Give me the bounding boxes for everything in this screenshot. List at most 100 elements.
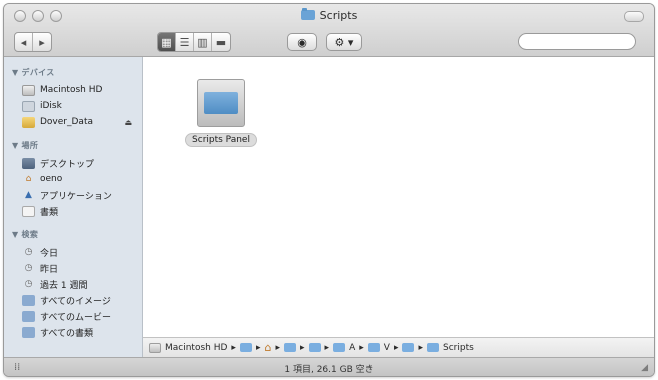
folder-icon — [197, 79, 245, 127]
sidebar-item-all-documents[interactable]: すべての書類 — [4, 324, 142, 340]
path-folder-icon[interactable] — [402, 343, 415, 352]
column-view-icon: ▥ — [197, 35, 208, 49]
path-separator: ▸ — [300, 342, 305, 353]
cover-flow-icon: ▬ — [215, 35, 227, 49]
sidebar-item-label: すべての書類 — [40, 328, 94, 339]
path-separator: ▸ — [418, 342, 423, 353]
list-view-icon: ☰ — [179, 35, 190, 49]
path-folder-icon[interactable] — [427, 343, 439, 352]
sidebar-item-label: アプリケーション — [40, 191, 112, 202]
nav-buttons: ◂ ▸ — [14, 32, 52, 52]
chevron-left-icon: ◂ — [20, 35, 27, 49]
list-view-button[interactable]: ☰ — [176, 33, 194, 51]
hard-disk-icon — [22, 84, 35, 96]
desktop-icon — [22, 157, 35, 169]
sidebar-item-label: 昨日 — [40, 264, 59, 275]
icon-view-button[interactable]: ▦ — [158, 33, 176, 51]
eject-icon[interactable]: ⏏ — [124, 118, 132, 127]
sidebar-item-label: 今日 — [40, 248, 59, 259]
smart-folder-icon — [22, 310, 35, 322]
sidebar-item-label: oeno — [40, 174, 63, 184]
path-separator: ▸ — [275, 342, 280, 353]
folder-item-label: Scripts Panel — [185, 133, 257, 147]
gear-icon: ⚙ ▾ — [334, 35, 354, 49]
forward-button[interactable]: ▸ — [33, 33, 51, 51]
path-segment-a[interactable]: A — [349, 343, 355, 353]
eye-icon: ◉ — [297, 35, 307, 49]
sidebar-item-applications[interactable]: ▲ アプリケーション — [4, 187, 142, 203]
path-folder-icon[interactable] — [333, 343, 346, 352]
path-folder-icon[interactable] — [367, 343, 380, 352]
path-separator: ▸ — [359, 342, 364, 353]
path-separator: ▸ — [324, 342, 330, 353]
hard-disk-icon — [149, 342, 161, 353]
path-folder-icon[interactable] — [284, 343, 296, 352]
sidebar-item-label: すべてのムービー — [40, 312, 112, 323]
quicklook-container: ◉ — [287, 32, 317, 52]
status-bar: ⁞⁞ 1 項目, 26.1 GB 空き ◢ — [4, 357, 654, 376]
sidebar-item-all-images[interactable]: すべてのイメージ — [4, 292, 142, 308]
path-separator: ▸ — [255, 342, 261, 353]
sidebar-item-label: デスクトップ — [40, 159, 95, 170]
smart-folder-icon — [22, 326, 35, 338]
window-toolbar: Scripts ◂ ▸ ▦ ☰ ▥ ▬ ◉ ⚙ ▾ — [4, 4, 654, 57]
sidebar-header-devices: ▼ デバイス — [12, 68, 55, 77]
external-disk-icon — [22, 116, 35, 128]
back-button[interactable]: ◂ — [15, 33, 33, 51]
sidebar-item-label: iDisk — [40, 101, 62, 111]
path-bar: Macintosh HD ▸ ▸ ⌂ ▸ ▸ ▸ A ▸ V ▸ ▸ Scrip… — [143, 337, 654, 357]
finder-window: Scripts ◂ ▸ ▦ ☰ ▥ ▬ ◉ ⚙ ▾ ▼ デバイス Macinto… — [3, 3, 655, 377]
sidebar-item-desktop[interactable]: デスクトップ — [4, 155, 142, 171]
sidebar-header-places: ▼ 場所 — [12, 141, 39, 150]
sidebar-item-label: すべてのイメージ — [40, 296, 111, 307]
smart-folder-icon — [22, 294, 35, 306]
quicklook-button[interactable]: ◉ — [287, 33, 317, 51]
sidebar-item-label: 過去 1 週間 — [40, 280, 88, 291]
path-separator: ▸ — [231, 342, 236, 353]
toolbar-toggle-button[interactable] — [624, 11, 644, 22]
clock-icon: ◷ — [24, 263, 33, 273]
path-segment-macintosh-hd[interactable]: Macintosh HD — [165, 343, 227, 353]
home-icon: ⌂ — [25, 174, 32, 184]
sidebar-item-documents[interactable]: 書類 — [4, 203, 142, 219]
path-folder-icon[interactable] — [239, 343, 252, 352]
sidebar-item-idisk[interactable]: iDisk — [4, 98, 142, 114]
sidebar-item-home[interactable]: ⌂ oeno — [4, 171, 142, 187]
folder-item-scripts-panel[interactable]: Scripts Panel — [183, 79, 259, 147]
path-folder-icon[interactable] — [308, 343, 321, 352]
chevron-right-icon: ▸ — [39, 35, 45, 49]
applications-icon: ▲ — [25, 190, 32, 200]
sidebar-item-dover-data[interactable]: Dover_Data ⏏ — [4, 114, 142, 130]
sidebar-item-past-week[interactable]: ◷ 過去 1 週間 — [4, 276, 142, 292]
window-title-text: Scripts — [319, 9, 358, 22]
icon-view-icon: ▦ — [161, 35, 172, 49]
clock-icon: ◷ — [24, 279, 33, 289]
cover-flow-button[interactable]: ▬ — [212, 33, 230, 51]
status-text: 1 項目, 26.1 GB 空き — [284, 365, 374, 375]
sidebar-item-label: Macintosh HD — [40, 85, 103, 95]
sidebar-item-label: Dover_Data — [40, 117, 93, 127]
sidebar-header-search: ▼ 検索 — [12, 230, 39, 239]
action-container: ⚙ ▾ — [326, 32, 362, 52]
sidebar-item-today[interactable]: ◷ 今日 — [4, 244, 142, 260]
window-title: Scripts — [4, 8, 654, 22]
search-input[interactable] — [518, 33, 636, 50]
home-icon[interactable]: ⌂ — [264, 341, 271, 354]
documents-icon — [22, 205, 35, 217]
folder-icon — [300, 8, 315, 20]
action-menu-button[interactable]: ⚙ ▾ — [326, 33, 362, 51]
sidebar: ▼ デバイス Macintosh HD iDisk Dover_Data ⏏ ▼… — [4, 57, 143, 357]
sidebar-item-macintosh-hd[interactable]: Macintosh HD — [4, 82, 142, 98]
view-switcher: ▦ ☰ ▥ ▬ — [157, 32, 231, 52]
sidebar-item-label: 書類 — [40, 207, 59, 218]
column-view-button[interactable]: ▥ — [194, 33, 212, 51]
clock-icon: ◷ — [24, 247, 33, 257]
path-segment-v[interactable]: V — [384, 343, 390, 353]
path-segment-scripts[interactable]: Scripts — [443, 343, 474, 353]
path-separator: ▸ — [393, 342, 399, 353]
window-resize-handle-icon[interactable]: ◢ — [641, 363, 648, 373]
file-browser-content: Scripts Panel — [143, 57, 654, 337]
sidebar-item-yesterday[interactable]: ◷ 昨日 — [4, 260, 142, 276]
idisk-icon — [22, 100, 35, 112]
sidebar-item-all-movies[interactable]: すべてのムービー — [4, 308, 142, 324]
